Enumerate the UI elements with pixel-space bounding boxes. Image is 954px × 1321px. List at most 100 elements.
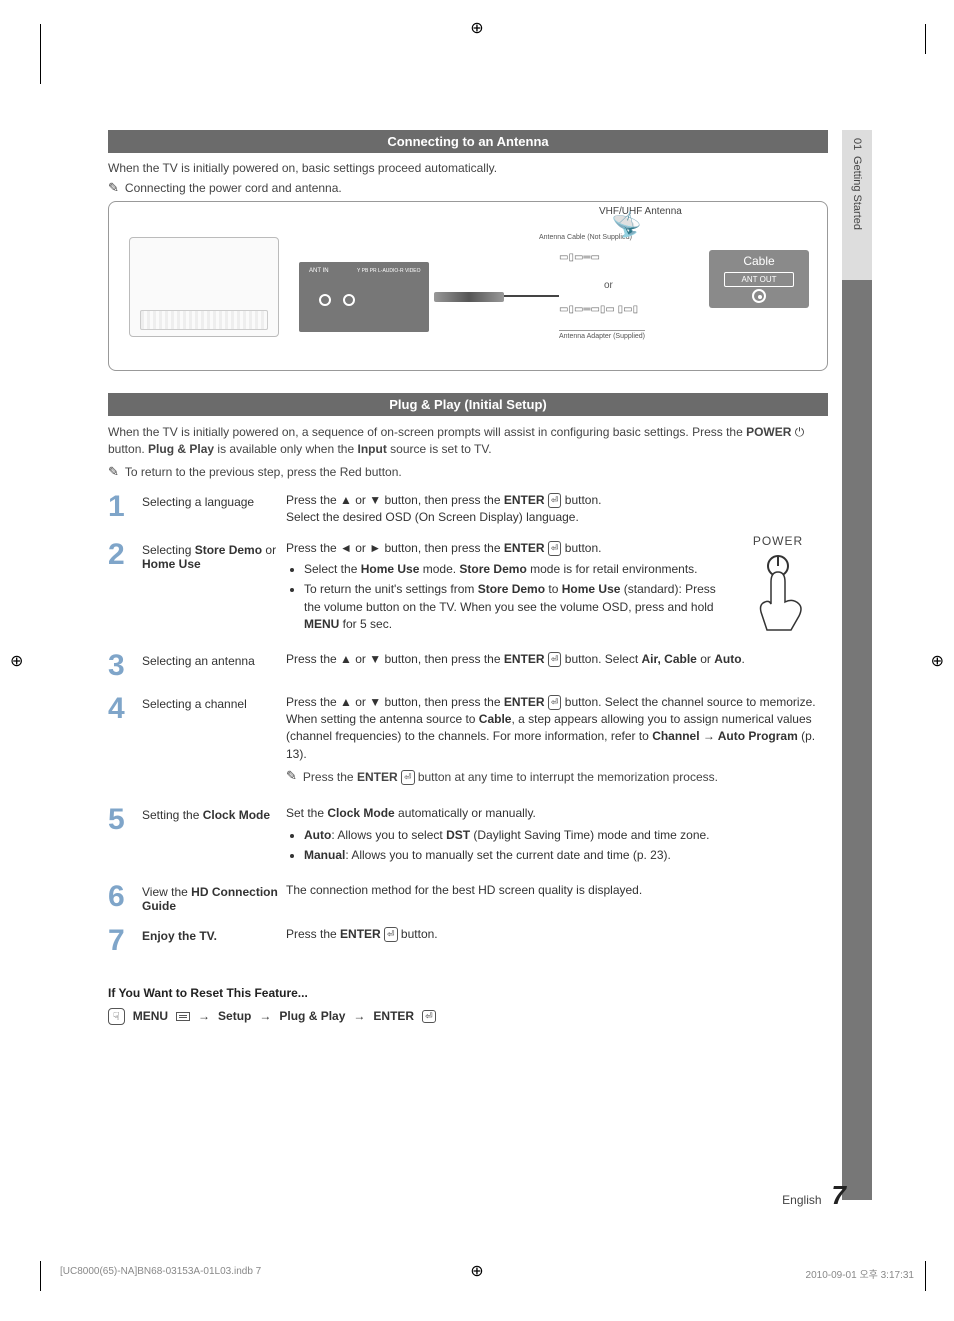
text: Manual bbox=[304, 848, 345, 862]
list-item: Select the Home Use mode. Store Demo mod… bbox=[304, 561, 718, 578]
step-body: The connection method for the best HD sc… bbox=[286, 882, 828, 913]
text: Selecting bbox=[142, 543, 195, 557]
print-job-footer: [UC8000(65)-NA]BN68-03153A-01L03.indb 7 … bbox=[60, 1266, 914, 1281]
text: Select the bbox=[304, 562, 361, 576]
registration-mark-top: ⊕ bbox=[470, 18, 483, 38]
plugplay-label: Plug & Play bbox=[279, 1009, 345, 1023]
print-file-name: [UC8000(65)-NA]BN68-03153A-01L03.indb 7 bbox=[60, 1266, 261, 1281]
text: button. bbox=[565, 541, 602, 555]
step-row-3: 3 Selecting an antenna Press the ▲ or ▼ … bbox=[108, 644, 828, 687]
footer-language: English bbox=[782, 1193, 821, 1207]
step-body: Press the ▲ or ▼ button, then press the … bbox=[286, 492, 828, 527]
enter-label: ENTER bbox=[504, 652, 545, 666]
antenna-adapter-label: Antenna Adapter (Supplied) bbox=[559, 330, 645, 340]
arrow: → bbox=[198, 1009, 210, 1023]
text: . bbox=[742, 652, 745, 666]
list-item: Manual: Allows you to manually set the c… bbox=[304, 847, 820, 864]
text: Press the ▲ or ▼ button, then press the bbox=[286, 695, 504, 709]
text: Set the bbox=[286, 806, 327, 820]
menu-icon bbox=[176, 1012, 190, 1021]
text: Clock Mode bbox=[327, 806, 394, 820]
text: Press the bbox=[286, 927, 340, 941]
step-body: Press the ▲ or ▼ button, then press the … bbox=[286, 651, 828, 681]
enter-label: ENTER bbox=[340, 927, 381, 941]
text: : Allows you to manually set the current… bbox=[345, 848, 671, 862]
section-header-plugplay: Plug & Play (Initial Setup) bbox=[108, 393, 828, 416]
text: Store Demo bbox=[478, 582, 545, 596]
text: or bbox=[697, 652, 714, 666]
text: : Allows you to select bbox=[331, 828, 446, 842]
note-icon: ✎ bbox=[108, 465, 119, 478]
text: Home Use bbox=[361, 562, 420, 576]
antenna-intro-text: When the TV is initially powered on, bas… bbox=[108, 161, 828, 175]
registration-mark-right: ⊕ bbox=[931, 651, 944, 671]
list-item: To return the unit's settings from Store… bbox=[304, 581, 718, 633]
power-press-illustration: POWER bbox=[728, 534, 828, 640]
arrow: → bbox=[259, 1009, 271, 1023]
text: automatically or manually. bbox=[395, 806, 536, 820]
step-number: 6 bbox=[108, 882, 142, 913]
text: Home Use bbox=[142, 557, 201, 571]
step-title: Selecting Store Demo or Home Use bbox=[142, 540, 286, 638]
setup-steps-table: 1 Selecting a language Press the ▲ or ▼ … bbox=[108, 485, 828, 962]
enter-icon: ⏎ bbox=[548, 652, 562, 667]
coax-port-icon bbox=[752, 289, 766, 303]
text: Channel → Auto Program bbox=[652, 729, 798, 743]
enter-label: ENTER bbox=[504, 541, 545, 555]
step-row-5: 5 Setting the Clock Mode Set the Clock M… bbox=[108, 798, 828, 874]
step-number: 4 bbox=[108, 694, 142, 793]
text: button. bbox=[108, 442, 148, 456]
text: or bbox=[262, 543, 276, 557]
text: Setting the bbox=[142, 808, 203, 822]
hand-press-icon bbox=[728, 552, 828, 640]
page-number: 7 bbox=[832, 1180, 846, 1211]
power-button-label: POWER bbox=[728, 534, 828, 548]
text: Store Demo bbox=[459, 562, 526, 576]
plugplay-intro: When the TV is initially powered on, a s… bbox=[108, 424, 828, 459]
text: button. Select bbox=[561, 652, 641, 666]
arrow: → bbox=[353, 1009, 365, 1023]
step-row-4: 4 Selecting a channel Press the ▲ or ▼ b… bbox=[108, 687, 828, 799]
reset-feature-header: If You Want to Reset This Feature... bbox=[108, 986, 828, 1000]
step-title: Enjoy the TV. bbox=[142, 926, 286, 956]
antenna-connection-diagram: ANT IN Y PB PR L-AUDIO-R VIDEO Antenna C… bbox=[108, 201, 828, 371]
plugplay-note: To return to the previous step, press th… bbox=[125, 465, 402, 479]
step-row-7: 7 Enjoy the TV. Press the ENTER ⏎ button… bbox=[108, 919, 828, 962]
chapter-tab-dark bbox=[842, 280, 872, 1200]
enter-label: ENTER bbox=[357, 770, 398, 784]
text: Input bbox=[358, 442, 387, 456]
step-title: Selecting a language bbox=[142, 492, 286, 527]
step-number: 2 bbox=[108, 540, 142, 638]
text: Clock Mode bbox=[203, 808, 270, 822]
step4-note: Press the ENTER ⏎ button at any time to … bbox=[303, 769, 718, 786]
text: button at any time to interrupt the memo… bbox=[415, 770, 718, 784]
text: View the bbox=[142, 885, 191, 899]
menu-label: MENU bbox=[133, 1009, 168, 1023]
connector-illustration: ▭▯▭═▭▯▭ ▯▭▯ bbox=[559, 304, 638, 315]
text: Plug & Play bbox=[148, 442, 214, 456]
enter-icon: ⏎ bbox=[401, 770, 415, 785]
step-title: Setting the Clock Mode bbox=[142, 805, 286, 868]
antenna-adapter-illustration bbox=[434, 292, 504, 302]
step-number: 3 bbox=[108, 651, 142, 681]
step-body: Press the ▲ or ▼ button, then press the … bbox=[286, 694, 828, 793]
step-row-6: 6 View the HD Connection Guide The conne… bbox=[108, 875, 828, 919]
chapter-tab: 01 Getting Started bbox=[842, 130, 872, 280]
step-number: 5 bbox=[108, 805, 142, 868]
text: button. bbox=[398, 927, 438, 941]
enter-icon: ⏎ bbox=[422, 1010, 436, 1023]
text: to bbox=[545, 582, 562, 596]
text: mode. bbox=[419, 562, 459, 576]
tv-rear-illustration bbox=[129, 237, 279, 337]
note-icon: ✎ bbox=[108, 181, 119, 194]
chapter-number: 01 bbox=[851, 138, 863, 150]
step-row-1: 1 Selecting a language Press the ▲ or ▼ … bbox=[108, 485, 828, 533]
vhf-uhf-label: VHF/UHF Antenna bbox=[599, 206, 682, 217]
text: When the TV is initially powered on, a s… bbox=[108, 425, 746, 439]
text: MENU bbox=[304, 617, 339, 631]
registration-mark-left: ⊕ bbox=[10, 651, 23, 671]
step-row-2: 2 Selecting Store Demo or Home Use Press… bbox=[108, 533, 828, 644]
text: for 5 sec. bbox=[339, 617, 392, 631]
enter-icon: ⏎ bbox=[548, 541, 562, 556]
remote-icon: ☟ bbox=[108, 1008, 125, 1025]
